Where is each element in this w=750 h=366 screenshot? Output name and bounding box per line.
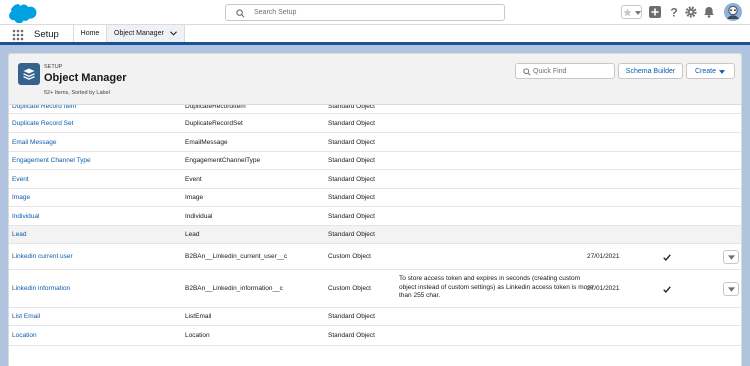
- last-modified-date: 27/01/2021: [587, 253, 620, 260]
- global-actions-icon[interactable]: [649, 6, 661, 18]
- avatar[interactable]: [724, 3, 742, 21]
- create-button-label: Create: [695, 68, 717, 75]
- object-label-link[interactable]: Duplicate Record Set: [12, 120, 73, 127]
- api-name: Lead: [185, 231, 200, 238]
- object-label-link[interactable]: List Email: [12, 313, 40, 320]
- table-row[interactable]: Duplicate Record Set DuplicateRecordSet St…: [9, 114, 741, 133]
- object-type: Standard Object: [328, 231, 375, 238]
- table-row[interactable]: List Email ListEmail Standard Object: [9, 308, 741, 326]
- object-type: Standard Object: [328, 105, 375, 110]
- object-type: Standard Object: [328, 332, 375, 339]
- api-name: Individual: [185, 213, 213, 220]
- row-actions-button[interactable]: [723, 250, 739, 264]
- object-type: Standard Object: [328, 213, 375, 220]
- help-icon[interactable]: ?: [668, 6, 680, 18]
- breadcrumb: SETUP: [44, 64, 63, 70]
- global-header: Search Setup ?: [0, 0, 750, 25]
- api-name: ListEmail: [185, 313, 212, 320]
- table-row[interactable]: Email Message EmailMessage Standard Object: [9, 133, 741, 152]
- star-icon[interactable]: [623, 8, 632, 17]
- table-row[interactable]: Linkedin current user B2BAn__Linkedin_cur…: [9, 244, 741, 270]
- table-row[interactable]: Image Image Standard Object: [9, 189, 741, 207]
- object-type: Custom Object: [328, 253, 371, 260]
- table-row[interactable]: Duplicate Record Item DuplicateRecordItem…: [9, 105, 741, 114]
- check-icon: [663, 254, 671, 263]
- object-label-link[interactable]: Email Message: [12, 139, 56, 146]
- tab-home[interactable]: Home: [73, 25, 106, 42]
- table-row[interactable]: Individual Individual Standard Object: [9, 207, 741, 226]
- api-name: Image: [185, 194, 204, 201]
- salesforce-logo[interactable]: [7, 3, 39, 23]
- object-manager-header: SETUP Object Manager 52+ Items, Sorted b…: [8, 53, 742, 105]
- table-row[interactable]: Lead Lead Standard Object: [9, 226, 741, 244]
- object-type: Standard Object: [328, 194, 375, 201]
- object-type: Standard Object: [328, 313, 375, 320]
- app-launcher-icon[interactable]: [12, 29, 24, 41]
- table-row[interactable]: Location Location Standard Object: [9, 326, 741, 346]
- global-search[interactable]: Search Setup: [225, 4, 505, 21]
- app-name: Setup: [34, 29, 59, 40]
- table-row[interactable]: Event Event Standard Object: [9, 170, 741, 189]
- page-title: Object Manager: [44, 72, 127, 84]
- api-name: DuplicateRecordSet: [185, 120, 243, 127]
- object-label-link[interactable]: Event: [12, 176, 29, 183]
- object-label-link[interactable]: Linkedin information: [12, 285, 70, 292]
- object-label-link[interactable]: Duplicate Record Item: [12, 105, 76, 110]
- api-name: DuplicateRecordItem: [185, 105, 246, 110]
- object-label-link[interactable]: Image: [12, 194, 30, 201]
- objects-table: Duplicate Record Item DuplicateRecordItem…: [8, 105, 742, 366]
- bell-icon[interactable]: [703, 6, 715, 18]
- table-row[interactable]: Linkedin information B2BAn__Linkedin_info…: [9, 270, 741, 308]
- object-label-link[interactable]: Location: [12, 332, 37, 339]
- api-name: EngagementChannelType: [185, 157, 261, 164]
- search-placeholder: Search Setup: [254, 9, 297, 16]
- object-label-link[interactable]: Engagement Channel Type: [12, 157, 91, 164]
- search-icon: [523, 68, 531, 76]
- quick-find-placeholder: Quick Find: [533, 68, 567, 75]
- object-label-link[interactable]: Lead: [12, 231, 26, 238]
- object-label-link[interactable]: Individual: [12, 213, 39, 220]
- search-icon: [236, 9, 245, 18]
- api-name: Event: [185, 176, 202, 183]
- object-description: To store access token and expires in sec…: [399, 275, 594, 299]
- svg-text:?: ?: [670, 6, 677, 18]
- row-actions-button[interactable]: [723, 282, 739, 296]
- chevron-down-icon[interactable]: [635, 11, 641, 15]
- api-name: B2BAn__Linkedin_information__c: [185, 285, 283, 292]
- chevron-down-icon: [728, 255, 735, 260]
- object-type: Standard Object: [328, 120, 375, 127]
- object-manager-icon: [18, 63, 40, 85]
- schema-builder-button[interactable]: Schema Builder: [618, 63, 683, 79]
- last-modified-date: 27/01/2021: [587, 285, 620, 292]
- favorites-group: [621, 5, 642, 19]
- object-label-link[interactable]: Linkedin current user: [12, 253, 73, 260]
- api-name: Location: [185, 332, 210, 339]
- api-name: B2BAn__Linkedin_current_user__c: [185, 253, 288, 260]
- create-button[interactable]: Create: [686, 63, 735, 79]
- chevron-down-icon: [719, 70, 725, 74]
- object-type: Standard Object: [328, 176, 375, 183]
- app-nav-bar: Setup Home Object Manager: [0, 25, 750, 45]
- check-icon: [663, 286, 671, 295]
- quick-find-input[interactable]: Quick Find: [515, 63, 615, 79]
- tab-object-manager-label: Object Manager: [114, 30, 164, 37]
- object-type: Standard Object: [328, 139, 375, 146]
- object-type: Standard Object: [328, 157, 375, 164]
- item-count: 52+ Items, Sorted by Label: [44, 90, 110, 96]
- gear-icon[interactable]: [685, 6, 697, 18]
- api-name: EmailMessage: [185, 139, 228, 146]
- chevron-down-icon[interactable]: [170, 31, 177, 36]
- tab-object-manager[interactable]: Object Manager: [106, 25, 185, 42]
- object-type: Custom Object: [328, 285, 371, 292]
- layers-icon: [23, 68, 35, 80]
- table-row[interactable]: Engagement Channel Type EngagementChannel…: [9, 152, 741, 170]
- chevron-down-icon: [728, 287, 735, 292]
